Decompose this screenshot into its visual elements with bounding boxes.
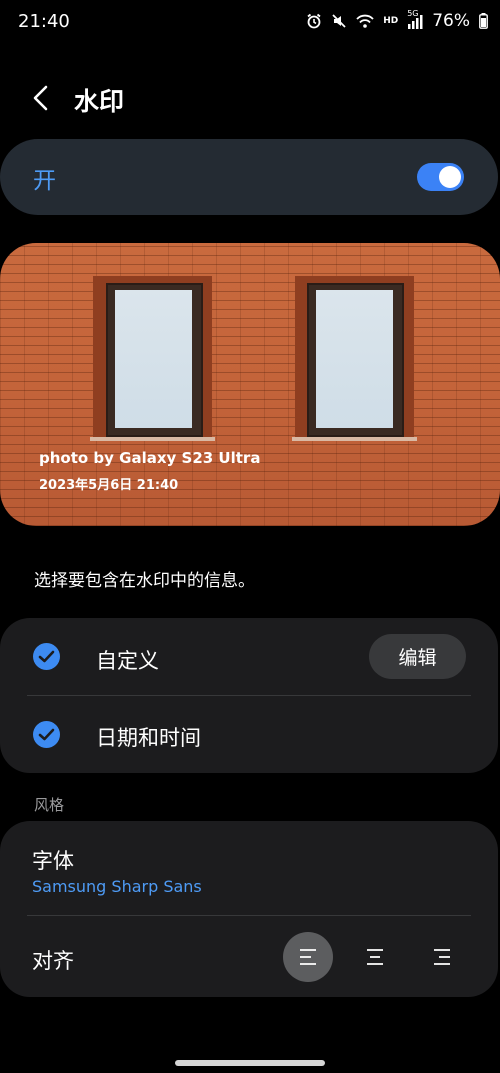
option-datetime-label: 日期和时间: [96, 726, 201, 750]
status-icons: HD 5G 76%: [306, 9, 488, 31]
toggle-switch[interactable]: [417, 163, 464, 191]
divider: [27, 915, 471, 916]
watermark-master-switch[interactable]: 开: [0, 139, 498, 215]
wifi-icon: [356, 14, 374, 28]
align-center-button[interactable]: [350, 932, 400, 982]
battery-icon: [479, 13, 488, 29]
watermark-text-custom: photo by Galaxy S23 Ultra: [39, 449, 261, 467]
toggle-knob: [439, 166, 461, 188]
edit-button[interactable]: 编辑: [369, 634, 466, 679]
status-bar: 21:40 HD 5G 76%: [0, 0, 500, 44]
info-options-card: 自定义 编辑 日期和时间: [0, 618, 498, 773]
align-center-icon: [367, 949, 383, 965]
watermark-preview-image: photo by Galaxy S23 Ultra 2023年5月6日 21:4…: [0, 243, 500, 526]
app-bar: 水印: [0, 72, 500, 128]
align-right-icon: [434, 949, 450, 965]
align-left-button[interactable]: [283, 932, 333, 982]
window-left: [106, 283, 203, 437]
mute-icon: [332, 14, 346, 28]
watermark-text-datetime: 2023年5月6日 21:40: [39, 478, 179, 493]
checkbox-custom[interactable]: [33, 643, 60, 670]
info-prompt: 选择要包含在水印中的信息。: [34, 571, 255, 591]
chevron-left-icon[interactable]: [26, 82, 58, 114]
checkbox-datetime[interactable]: [33, 721, 60, 748]
align-label: 对齐: [32, 949, 74, 973]
align-right-button[interactable]: [417, 932, 467, 982]
font-setting[interactable]: 字体 Samsung Sharp Sans: [0, 821, 498, 915]
status-time: 21:40: [18, 11, 70, 32]
option-custom-label: 自定义: [96, 649, 159, 673]
signal-indicator: 5G: [407, 9, 423, 29]
window-pane-left: [115, 290, 192, 428]
option-custom[interactable]: 自定义 编辑: [0, 618, 498, 695]
style-card: 字体 Samsung Sharp Sans 对齐: [0, 821, 498, 997]
style-section-title: 风格: [34, 796, 65, 814]
switch-label: 开: [33, 168, 56, 194]
check-icon: [38, 728, 55, 741]
window-sill-right: [292, 437, 417, 441]
window-right: [307, 283, 404, 437]
alarm-icon: [307, 13, 321, 29]
window-pane-right: [316, 290, 393, 428]
window-sill-left: [90, 437, 215, 441]
page-title: 水印: [74, 87, 125, 116]
network-gen-label: 5G: [407, 8, 419, 18]
home-indicator[interactable]: [175, 1060, 325, 1066]
watermark-settings-screen: 21:40 HD 5G 76% 水印 开 photo by Galaxy S23…: [0, 0, 500, 1073]
font-label: 字体: [32, 849, 74, 873]
battery-percent: 76%: [432, 11, 470, 31]
align-left-icon: [300, 949, 316, 965]
font-value: Samsung Sharp Sans: [32, 877, 202, 896]
option-datetime[interactable]: 日期和时间: [0, 696, 498, 773]
hd-indicator: HD: [383, 16, 399, 26]
check-icon: [38, 650, 55, 663]
